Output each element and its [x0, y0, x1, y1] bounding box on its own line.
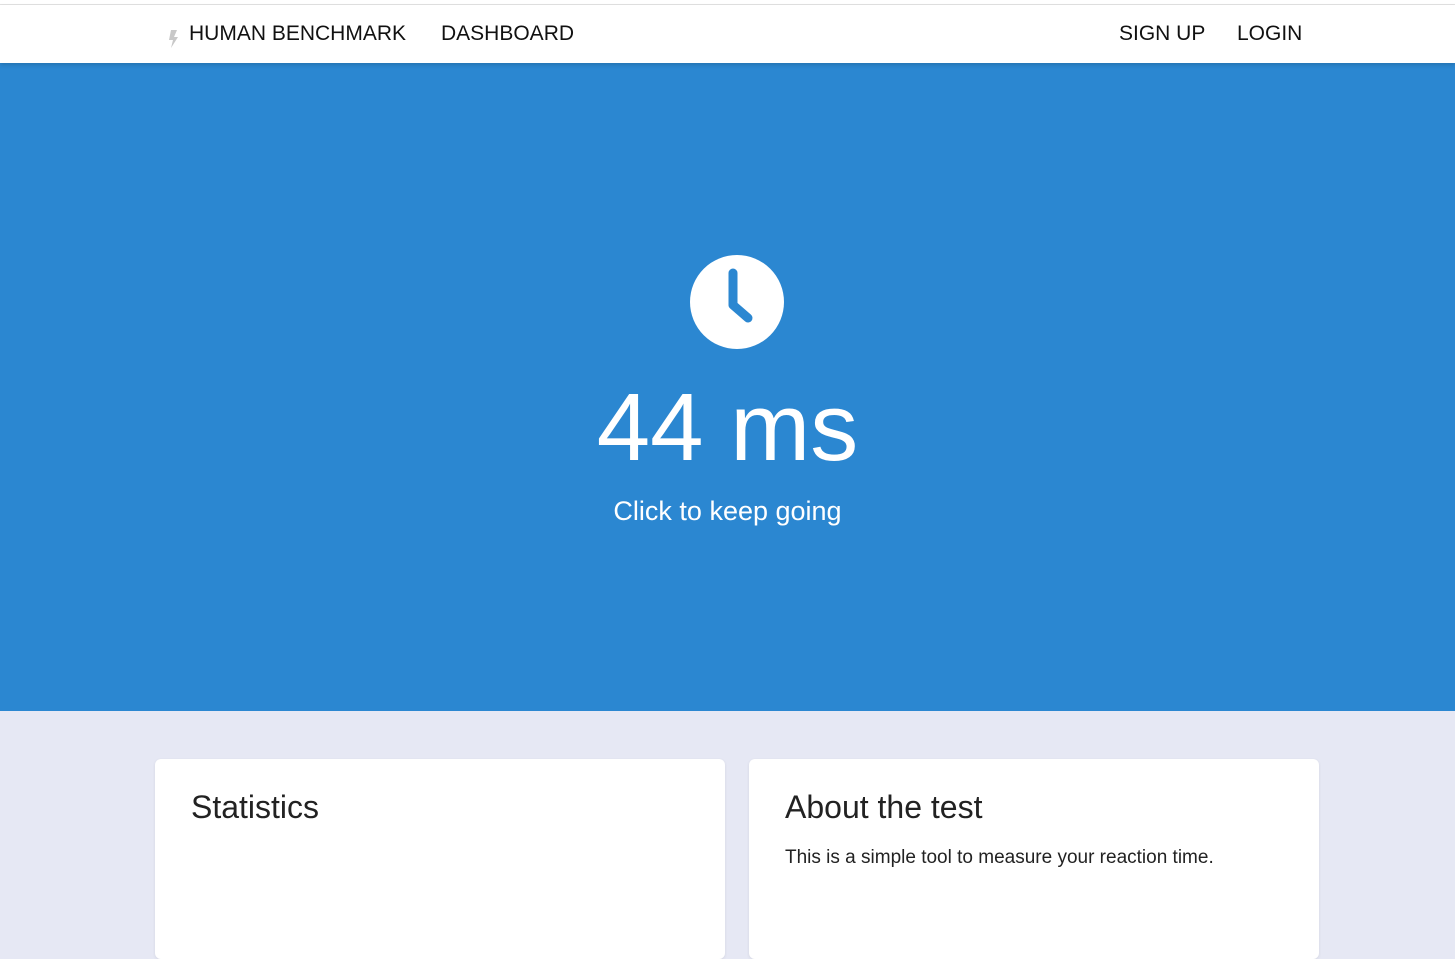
login-link[interactable]: LOGIN [1237, 5, 1302, 63]
navbar: HUMAN BENCHMARK DASHBOARD SIGN UP LOGIN [0, 5, 1455, 63]
reaction-time-result: 44 ms [596, 374, 859, 481]
about-title: About the test [785, 789, 983, 825]
signup-link[interactable]: SIGN UP [1119, 5, 1205, 63]
statistics-card: Statistics [155, 759, 725, 959]
continue-prompt: Click to keep going [613, 496, 842, 526]
dashboard-link[interactable]: DASHBOARD [441, 5, 574, 63]
statistics-title: Statistics [191, 789, 320, 825]
bolt-icon [169, 30, 178, 48]
brand-link[interactable]: HUMAN BENCHMARK [189, 5, 406, 63]
reaction-test-area[interactable]: 44 ms Click to keep going [0, 63, 1455, 711]
about-card: About the test This is a simple tool to … [749, 759, 1319, 959]
about-text: This is a simple tool to measure your re… [785, 847, 1214, 868]
clock-icon [690, 255, 784, 349]
